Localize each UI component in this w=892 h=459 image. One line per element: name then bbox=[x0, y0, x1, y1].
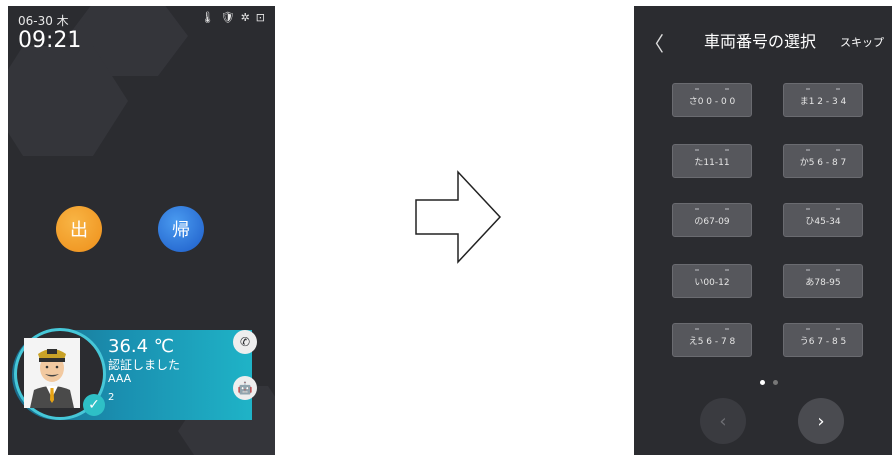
robot-icon[interactable]: 🤖 bbox=[233, 376, 257, 400]
phone-icon[interactable]: ✆ bbox=[233, 330, 257, 354]
id-card-icon: ⊡ bbox=[255, 11, 265, 24]
arrow-right-icon bbox=[414, 170, 504, 268]
plate-button[interactable]: の67-09 bbox=[672, 203, 752, 237]
plate-button[interactable]: い00-12 bbox=[672, 264, 752, 298]
thermometer-icon: 🌡 bbox=[200, 11, 215, 24]
status-bar: 🌡 🛡 ✲ ⊡ bbox=[201, 12, 265, 24]
previous-page-button[interactable]: ‹ bbox=[700, 398, 746, 444]
plate-button[interactable]: さ0 0 - 0 0 bbox=[672, 83, 752, 117]
page-dot-active bbox=[760, 380, 765, 385]
plate-button[interactable]: か5 6 - 8 7 bbox=[783, 144, 863, 178]
plate-button[interactable]: う6 7 - 8 5 bbox=[783, 323, 863, 357]
plate-button[interactable]: ま1 2 - 3 4 bbox=[783, 83, 863, 117]
plate-button[interactable]: え5 6 - 7 8 bbox=[672, 323, 752, 357]
clock-out-button[interactable]: 出 bbox=[56, 206, 102, 252]
vehicle-select-screen: 〈 車両番号の選択 スキップ さ0 0 - 0 0 ま1 2 - 3 4 た11… bbox=[634, 6, 892, 455]
back-chevron-icon[interactable]: 〈 bbox=[644, 28, 664, 57]
network-icon: ✲ bbox=[240, 11, 250, 24]
page-dot bbox=[773, 380, 778, 385]
date-label: 06-30 木 bbox=[18, 14, 69, 28]
skip-button[interactable]: スキップ bbox=[840, 34, 884, 50]
auth-status-text: 認証しました bbox=[108, 358, 181, 372]
plate-button[interactable]: あ78-95 bbox=[783, 264, 863, 298]
driver-name: AAA bbox=[108, 372, 132, 385]
clock: 09:21 bbox=[18, 28, 82, 53]
plate-button[interactable]: た11-11 bbox=[672, 144, 752, 178]
driver-number: 2 bbox=[108, 392, 115, 403]
next-page-button[interactable]: › bbox=[798, 398, 844, 444]
check-icon: ✓ bbox=[83, 394, 105, 416]
shield-icon: 🛡 bbox=[220, 11, 235, 24]
plate-button[interactable]: ひ45-34 bbox=[783, 203, 863, 237]
temperature-reading: 36.4 ℃ bbox=[108, 336, 175, 357]
page-indicator bbox=[760, 380, 778, 385]
driver-avatar bbox=[24, 338, 80, 408]
page-title: 車両番号の選択 bbox=[704, 32, 817, 51]
return-button[interactable]: 帰 bbox=[158, 206, 204, 252]
